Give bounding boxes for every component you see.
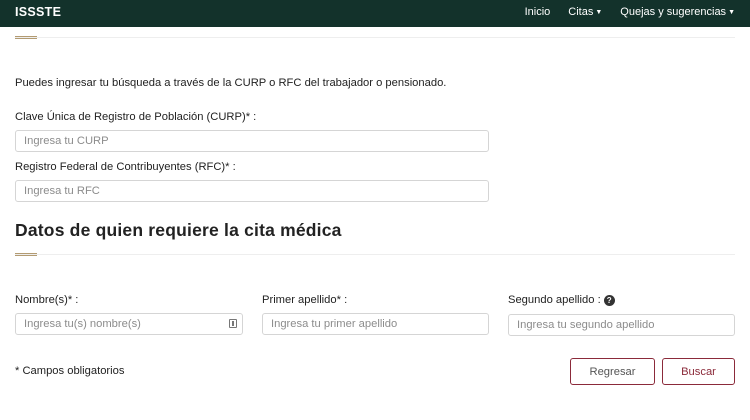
main-menu: Inicio Citas ▼ Quejas y sugerencias ▼: [525, 6, 735, 18]
rfc-input[interactable]: [15, 180, 489, 202]
help-icon[interactable]: ?: [603, 294, 615, 306]
second-surname-label: Segundo apellido :?: [508, 294, 615, 306]
section-divider: [15, 254, 735, 255]
caret-down-icon: ▼: [595, 8, 603, 16]
name-input[interactable]: [15, 313, 243, 335]
nav-quejas-dropdown[interactable]: Quejas y sugerencias ▼: [620, 6, 735, 18]
section-divider: [15, 37, 735, 38]
curp-label: Clave Única de Registro de Población (CU…: [15, 111, 257, 123]
autofill-icon[interactable]: [229, 319, 237, 328]
nav-quejas-label: Quejas y sugerencias: [620, 6, 727, 18]
nav-citas-dropdown[interactable]: Citas ▼: [568, 6, 602, 18]
first-surname-input[interactable]: [262, 313, 489, 335]
brand-logo[interactable]: ISSSTE: [15, 5, 61, 19]
first-surname-label: Primer apellido* :: [262, 294, 348, 306]
name-label: Nombre(s)* :: [15, 294, 79, 306]
nav-citas-label: Citas: [568, 6, 594, 18]
second-surname-input[interactable]: [508, 314, 735, 336]
search-intro-text: Puedes ingresar tu búsqueda a través de …: [15, 77, 447, 89]
second-surname-label-text: Segundo apellido :: [508, 294, 601, 306]
patient-section-title: Datos de quien requiere la cita médica: [15, 220, 342, 240]
caret-down-icon: ▼: [728, 8, 735, 16]
nav-inicio[interactable]: Inicio: [525, 6, 551, 18]
search-button[interactable]: Buscar: [662, 358, 735, 385]
nav-inicio-label: Inicio: [524, 6, 551, 18]
curp-input[interactable]: [15, 130, 489, 152]
top-navbar: ISSSTE Inicio Citas ▼ Quejas y sugerencia…: [0, 0, 750, 27]
required-fields-note: * Campos obligatorios: [15, 365, 125, 377]
rfc-label: Registro Federal de Contribuyentes (RFC)…: [15, 161, 236, 173]
back-button[interactable]: Regresar: [570, 358, 655, 385]
